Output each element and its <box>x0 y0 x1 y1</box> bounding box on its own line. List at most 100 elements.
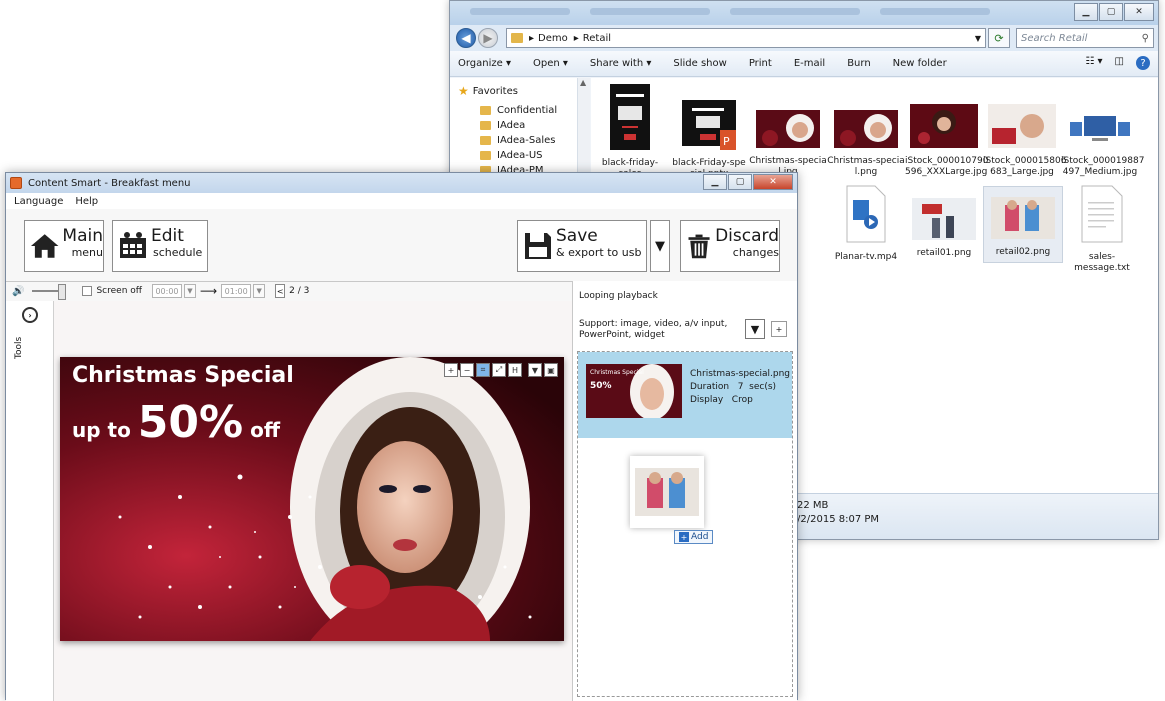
retail02-thumbnail-graphic <box>635 468 699 516</box>
chevron-down-icon[interactable]: ▼ <box>975 34 981 43</box>
email-button[interactable]: E-mail <box>794 58 825 69</box>
main-menu-button[interactable]: Main menu <box>24 220 104 272</box>
back-button[interactable]: ◀ <box>456 28 476 48</box>
help-icon[interactable]: ? <box>1136 56 1150 70</box>
save-options-dropdown[interactable]: ▼ <box>650 220 670 272</box>
refresh-button[interactable]: ⟳ <box>988 28 1010 48</box>
end-time-dropdown[interactable]: ▼ <box>253 284 266 298</box>
file-item[interactable]: P black-Friday-spe cial.pptx <box>670 100 748 180</box>
zoom-out-icon[interactable]: − <box>460 363 474 377</box>
crop-icon[interactable]: ⌗ <box>476 363 490 377</box>
app-titlebar[interactable]: Content Smart - Breakfast menu ▁ ▢ ✕ <box>6 173 797 193</box>
share-with-button[interactable]: Share with ▾ <box>590 58 651 69</box>
nav-folder-iadea[interactable]: IAdea <box>480 118 589 133</box>
image-file-icon <box>991 197 1055 239</box>
tools-panel: › Tools <box>6 301 54 701</box>
dragged-file-thumbnail[interactable] <box>630 456 704 528</box>
close-button[interactable]: ✕ <box>753 174 793 190</box>
file-item[interactable]: iStock_000015806 683_Large.jpg <box>983 104 1066 178</box>
app-window-controls: ▁ ▢ ✕ <box>702 174 793 190</box>
folder-icon <box>480 121 491 130</box>
file-item[interactable]: Christmas-specia l.jpg <box>749 110 827 178</box>
maximize-button[interactable]: ▢ <box>1099 3 1123 21</box>
zoom-in-icon[interactable]: + <box>444 363 458 377</box>
preview-area: Christmas Special up to 50% off + − ⌗ ⤢ … <box>54 301 572 701</box>
christmas-thumbnail-graphic: Christmas Special 50% <box>586 364 682 418</box>
folder-icon <box>480 151 491 160</box>
playlist-item[interactable]: Christmas Special 50% Christmas-special.… <box>578 352 792 438</box>
minimize-button[interactable]: ▁ <box>1074 3 1098 21</box>
playlist-title: Looping playback <box>579 291 658 301</box>
screen-off-checkbox[interactable] <box>82 286 93 296</box>
search-icon: ⚲ <box>1141 32 1149 44</box>
start-time-input[interactable]: 00:00 <box>151 284 182 298</box>
title-blur <box>470 8 570 15</box>
file-item[interactable]: sales-message.txt <box>1063 184 1141 274</box>
file-item[interactable]: iStock_000010790 596_XXXLarge.jpg <box>905 104 988 178</box>
nav-folder-confidential[interactable]: Confidential <box>480 103 589 118</box>
explorer-toolbar: Organize ▾ Open ▾ Share with ▾ Slide sho… <box>450 51 1158 77</box>
forward-button[interactable]: ▶ <box>478 28 498 48</box>
christmas-preview-image[interactable]: Christmas Special up to 50% off + − ⌗ ⤢ … <box>60 357 564 641</box>
file-item[interactable]: iStock_000019887 497_Medium.jpg <box>1061 110 1144 178</box>
tools-label: Tools <box>14 336 24 359</box>
print-button[interactable]: Print <box>749 58 772 69</box>
status-date: /2/2015 8:07 PM <box>797 514 880 525</box>
file-item-selected[interactable]: retail02.png <box>983 186 1063 263</box>
menu-help[interactable]: Help <box>75 196 98 207</box>
previous-page-button[interactable]: < <box>275 284 286 298</box>
burn-button[interactable]: Burn <box>847 58 870 69</box>
address-bar[interactable]: ▸ Demo ▸ Retail ▼ <box>506 28 986 48</box>
file-item[interactable]: retail01.png <box>905 198 983 259</box>
organize-button[interactable]: Organize ▾ <box>458 58 511 69</box>
start-time-dropdown[interactable]: ▼ <box>183 284 196 298</box>
view-options-icon[interactable]: ☷ ▾ <box>1085 56 1102 70</box>
explorer-titlebar[interactable]: ▁ ▢ ✕ <box>450 1 1158 25</box>
search-input[interactable]: Search Retail ⚲ <box>1016 28 1154 48</box>
maximize-button[interactable]: ▢ <box>728 174 752 190</box>
file-item[interactable]: Planar-tv.mp4 <box>827 184 905 263</box>
nav-folder-iadea-sales[interactable]: IAdea-Sales <box>480 133 589 148</box>
chevron-down-icon: ▼ <box>655 238 665 254</box>
dropdown-icon[interactable]: ▼ <box>528 363 542 377</box>
playlist-options-dropdown[interactable]: ▼ <box>745 319 765 339</box>
edit-schedule-button[interactable]: Edit schedule <box>112 220 208 272</box>
content-smart-window: Content Smart - Breakfast menu ▁ ▢ ✕ Lan… <box>5 172 798 701</box>
discard-changes-button[interactable]: Discard changes <box>680 220 780 272</box>
nav-folder-iadea-us[interactable]: IAdea-US <box>480 148 589 163</box>
favorites-node[interactable]: ★ Favorites <box>458 84 589 98</box>
preview-pane-icon[interactable]: ◫ <box>1115 56 1124 70</box>
end-time-input[interactable]: 01:00 <box>221 284 252 298</box>
page-indicator: 2 / 3 <box>289 286 310 296</box>
image-file-icon <box>988 104 1056 148</box>
text-file-icon <box>1081 185 1123 243</box>
minimize-button[interactable]: ▁ <box>703 174 727 190</box>
svg-text:50%: 50% <box>590 381 612 391</box>
expand-tools-button[interactable]: › <box>22 307 38 323</box>
trash-icon <box>688 234 710 259</box>
open-button[interactable]: Open ▾ <box>533 58 568 69</box>
preview-offer: up to 50% off <box>72 397 281 448</box>
fullscreen-icon[interactable]: ▣ <box>544 363 558 377</box>
playlist-add-button[interactable]: + <box>771 321 787 337</box>
preview-title: Christmas Special <box>72 363 294 388</box>
file-item[interactable]: Christmas-specia l.png <box>827 110 905 178</box>
save-export-button[interactable]: Save & export to usb <box>517 220 647 272</box>
folder-icon <box>480 106 491 115</box>
display-mode-value[interactable]: Crop <box>732 395 753 405</box>
menu-language[interactable]: Language <box>14 196 63 207</box>
stretch-icon[interactable]: ⤢ <box>492 363 506 377</box>
volume-slider[interactable] <box>32 284 67 300</box>
slide-show-button[interactable]: Slide show <box>673 58 726 69</box>
pptx-file-icon: P <box>682 100 736 150</box>
playlist-item-filename: Christmas-special.png <box>690 369 791 379</box>
breadcrumb-demo[interactable]: Demo <box>538 33 568 44</box>
breadcrumb-retail[interactable]: Retail <box>583 33 611 44</box>
close-button[interactable]: ✕ <box>1124 3 1154 21</box>
new-folder-button[interactable]: New folder <box>893 58 947 69</box>
playlist-item-thumbnail: Christmas Special 50% <box>586 364 682 418</box>
plus-icon: + <box>679 532 689 542</box>
duration-value[interactable]: 7 <box>738 382 744 392</box>
fit-icon[interactable]: H <box>508 363 522 377</box>
home-icon <box>30 234 59 258</box>
